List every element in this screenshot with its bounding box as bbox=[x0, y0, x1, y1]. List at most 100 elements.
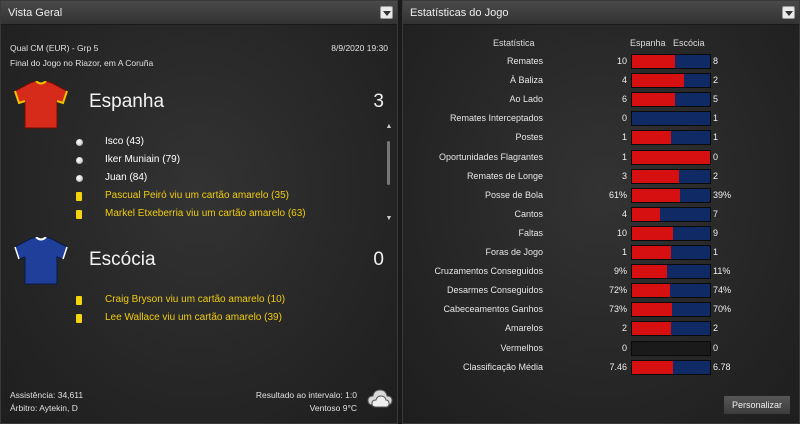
stat-label: Vermelhos bbox=[500, 342, 543, 353]
overview-menu-dropdown-icon[interactable] bbox=[380, 6, 393, 19]
home-stat-value: 3 bbox=[621, 170, 627, 181]
stat-comparison-bar bbox=[631, 359, 711, 375]
home-share-fill bbox=[632, 131, 671, 145]
referee-label[interactable]: Árbitro: Aytekin, D bbox=[10, 403, 78, 413]
competition-label: Qual CM (EUR) - Grp 5 bbox=[10, 43, 99, 53]
stat-comparison-bar bbox=[631, 187, 711, 203]
away-stat-value: 1 bbox=[713, 113, 719, 124]
away-stat-value: 2 bbox=[713, 323, 719, 334]
home-share-fill bbox=[632, 265, 668, 279]
booking-text[interactable]: Markel Etxeberria viu um cartão amarelo … bbox=[105, 208, 306, 219]
home-stat-value: 72% bbox=[608, 285, 627, 296]
stat-label: Classificação Média bbox=[462, 361, 543, 372]
away-shirt-icon bbox=[14, 237, 68, 285]
stat-label: Remates de Longe bbox=[466, 170, 543, 181]
home-share-fill bbox=[632, 303, 672, 317]
away-stat-value: 39% bbox=[713, 189, 732, 200]
away-stat-value: 0 bbox=[713, 342, 719, 353]
ball-icon bbox=[76, 139, 83, 146]
goal-scorer[interactable]: Juan (84) bbox=[105, 172, 147, 183]
stat-row: Cantos 4 7 bbox=[403, 205, 799, 224]
away-column-header: Escócia bbox=[673, 38, 705, 48]
stat-label: Cabeceamentos Ganhos bbox=[443, 304, 543, 315]
home-stat-value: 1 bbox=[621, 151, 627, 162]
home-column-header: Espanha bbox=[630, 38, 666, 48]
stat-row: Oportunidades Flagrantes 1 0 bbox=[403, 148, 799, 167]
home-share-fill bbox=[632, 150, 710, 164]
stat-row: Desarmes Conseguidos 72% 74% bbox=[403, 281, 799, 300]
stat-comparison-bar bbox=[631, 73, 711, 89]
away-stat-value: 0 bbox=[713, 151, 719, 162]
away-stat-value: 6.78 bbox=[713, 361, 731, 372]
home-share-fill bbox=[632, 188, 680, 202]
home-stat-value: 4 bbox=[621, 75, 627, 86]
away-score: 0 bbox=[373, 249, 384, 270]
home-share-fill bbox=[632, 93, 675, 107]
home-share-fill bbox=[632, 207, 661, 221]
stat-row: Foras de Jogo 1 1 bbox=[403, 243, 799, 262]
away-team-name[interactable]: Escócia bbox=[89, 249, 156, 271]
cloudy-weather-icon bbox=[367, 389, 393, 408]
stat-comparison-bar bbox=[631, 111, 711, 127]
home-share-fill bbox=[632, 322, 671, 336]
match-stats-panel: Estatísticas do Jogo Estatística Espanha… bbox=[402, 0, 800, 424]
goal-scorer[interactable]: Iker Muniain (79) bbox=[105, 154, 180, 165]
stat-row: Vermelhos 0 0 bbox=[403, 339, 799, 358]
home-event-row: Pascual Peiró viu um cartão amarelo (35) bbox=[76, 189, 376, 205]
home-stat-value: 0 bbox=[621, 113, 627, 124]
scroll-thumb[interactable] bbox=[387, 141, 390, 185]
stat-row: Cabeceamentos Ganhos 73% 70% bbox=[403, 300, 799, 319]
booking-text[interactable]: Lee Wallace viu um cartão amarelo (39) bbox=[105, 312, 282, 323]
attendance-label: Assistência: 34,611 bbox=[10, 390, 84, 400]
home-share-fill bbox=[632, 74, 685, 88]
home-stat-value: 6 bbox=[621, 94, 627, 105]
stat-label: Faltas bbox=[518, 227, 543, 238]
home-share-fill bbox=[632, 284, 671, 298]
stat-comparison-bar bbox=[631, 302, 711, 318]
stat-comparison-bar bbox=[631, 283, 711, 299]
ball-icon bbox=[76, 157, 83, 164]
match-datetime: 8/9/2020 19:30 bbox=[331, 43, 388, 53]
stat-label: Desarmes Conseguidos bbox=[446, 285, 543, 296]
home-shirt-icon bbox=[14, 81, 68, 129]
weather-label: Ventoso 9°C bbox=[309, 403, 357, 413]
away-stat-value: 9 bbox=[713, 227, 719, 238]
booking-text[interactable]: Craig Bryson viu um cartão amarelo (10) bbox=[105, 294, 285, 305]
stat-comparison-bar bbox=[631, 168, 711, 184]
yellow-card-icon bbox=[76, 192, 82, 201]
booking-text[interactable]: Pascual Peiró viu um cartão amarelo (35) bbox=[105, 190, 289, 201]
stat-label: Ao Lado bbox=[509, 94, 543, 105]
customize-button[interactable]: Personalizar bbox=[723, 395, 791, 415]
home-team-name[interactable]: Espanha bbox=[89, 91, 164, 113]
home-score: 3 bbox=[373, 91, 384, 112]
away-event-row: Lee Wallace viu um cartão amarelo (39) bbox=[76, 311, 376, 327]
stat-comparison-bar bbox=[631, 130, 711, 146]
away-stat-value: 74% bbox=[713, 285, 732, 296]
stat-comparison-bar bbox=[631, 54, 711, 69]
scroll-up-icon[interactable]: ▲ bbox=[385, 123, 393, 130]
events-scrollbar[interactable]: ▲ ▼ bbox=[385, 123, 393, 225]
stats-menu-dropdown-icon[interactable] bbox=[782, 6, 795, 19]
stat-label: Cruzamentos Conseguidos bbox=[434, 266, 543, 277]
stat-label: Posse de Bola bbox=[484, 189, 543, 200]
away-stat-value: 7 bbox=[713, 208, 719, 219]
stat-row: Remates 10 8 bbox=[403, 52, 799, 71]
scroll-down-icon[interactable]: ▼ bbox=[385, 215, 393, 222]
home-event-row: Markel Etxeberria viu um cartão amarelo … bbox=[76, 207, 376, 223]
overview-titlebar: Vista Geral bbox=[1, 1, 397, 25]
stat-row: Remates Interceptados 0 1 bbox=[403, 109, 799, 128]
stat-comparison-bar bbox=[631, 264, 711, 280]
home-stat-value: 61% bbox=[608, 189, 627, 200]
stat-row: Cruzamentos Conseguidos 9% 11% bbox=[403, 262, 799, 281]
stats-title: Estatísticas do Jogo bbox=[410, 7, 509, 19]
home-stat-value: 0 bbox=[621, 342, 627, 353]
home-stat-value: 2 bbox=[621, 323, 627, 334]
yellow-card-icon bbox=[76, 314, 82, 323]
home-stat-value: 10 bbox=[616, 56, 627, 66]
stat-row: Posse de Bola 61% 39% bbox=[403, 186, 799, 205]
stat-comparison-bar bbox=[631, 149, 711, 165]
stat-label: Foras de Jogo bbox=[485, 247, 543, 257]
home-event-row: Isco (43) bbox=[76, 135, 376, 151]
home-stat-value: 1 bbox=[621, 132, 627, 143]
goal-scorer[interactable]: Isco (43) bbox=[105, 136, 144, 147]
